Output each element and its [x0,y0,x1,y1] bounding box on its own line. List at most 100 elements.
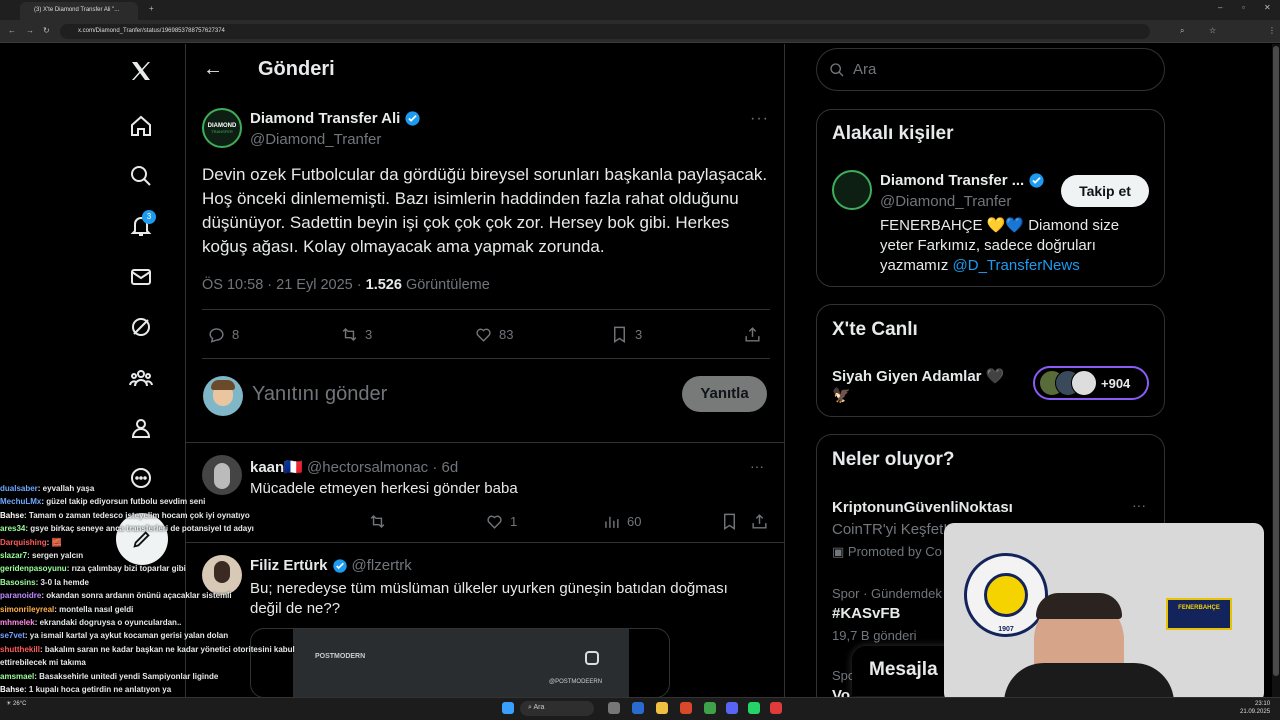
back-icon[interactable]: ← [8,26,16,35]
reply-bookmark-button[interactable] [720,512,739,531]
promo-more-icon[interactable]: ··· [1132,497,1146,513]
discord-icon[interactable] [726,702,738,714]
profile-icon[interactable] [126,413,156,443]
reply-author-handle[interactable]: @hectorsalmonac · 6d [307,459,458,476]
related-avatar[interactable] [832,170,872,210]
promo-text[interactable]: CoinTR'yi Keşfet! [832,521,947,538]
reply-view-count: 60 [627,514,642,529]
repost-button[interactable]: 3 [340,325,372,344]
related-bio: FENERBAHÇE 💛💙 Diamond size yeter Farkımı… [880,216,1150,276]
back-arrow-icon[interactable]: ← [203,58,223,81]
chat-message: paranoidre: okandan sonra ardanın önünü … [0,589,300,602]
reply-share-button[interactable] [750,512,769,531]
chat-message: slazar7: sergen yalcın [0,549,300,562]
chat-message: se7vet: ya ismail kartal ya aykut kocama… [0,629,300,642]
taskbar-clock[interactable]: 23:10 21.09.2025 [1240,700,1270,716]
reply-media[interactable]: POSTMODERN @POSTMODEERN [250,628,670,698]
scrollbar-thumb[interactable] [1273,46,1279,676]
author-name-row[interactable]: Diamond Transfer Ali [250,110,421,127]
url-field[interactable]: x.com/Diamond_Tranfer/status/19698537887… [60,24,1150,39]
reply-submit-button[interactable]: Yanıtla [682,376,767,412]
related-title: Alakalı kişiler [832,123,954,144]
search-input[interactable]: Ara [853,61,876,78]
post-more-icon[interactable]: ··· [750,110,769,128]
follow-button[interactable]: Takip et [1061,175,1149,207]
chrome-icon[interactable] [704,702,716,714]
bookmark-button[interactable]: 3 [610,325,642,344]
reload-icon[interactable]: ↻ [43,26,50,35]
related-bio-link[interactable]: @D_TransferNews [953,257,1080,274]
reply-button[interactable]: 8 [207,325,239,344]
post-text: Devin ozek Futbolcular da gördüğü bireys… [202,165,768,256]
chat-username: paranoidre [0,591,42,601]
repost-count: 3 [365,327,373,342]
trend-count: 19,7 B gönderi [832,628,917,643]
reply-text: Bu; neredeyse tüm müslüman ülkeler uyurk… [250,580,728,617]
minimize-icon[interactable]: – [1218,3,1222,12]
live-listeners-pill[interactable]: +904 [1033,366,1149,400]
home-icon[interactable] [126,111,156,141]
post-meta: ÖS 10:58 · 21 Eyl 2025 · 1.526 Görüntüle… [202,277,490,293]
search-box[interactable]: Ara [816,48,1165,91]
reply-author-handle[interactable]: @flzertrk [352,557,412,574]
maximize-icon[interactable]: ▫ [1242,3,1245,12]
app-icon[interactable] [770,702,782,714]
browser-tab[interactable]: (3) X'te Diamond Transfer Ali "... [20,2,138,20]
reply-views-button[interactable]: 60 [602,512,641,531]
author-avatar[interactable]: DIAMOND TRANSFER [202,108,242,148]
taskbar-search[interactable]: ⌕ Ara [520,701,594,716]
zoom-icon[interactable]: ⌕ [1180,26,1184,36]
url-text: x.com/Diamond_Tranfer/status/19698537887… [78,28,225,34]
webcam-overlay: 1907 FENERBAHÇE [944,523,1264,703]
verified-badge-icon [332,558,347,573]
chat-username: slazar7 [0,551,28,561]
chat-username: Bahse [0,510,25,520]
task-view-icon[interactable] [608,702,620,714]
live-space-name[interactable]: Siyah Giyen Adamlar 🖤🦅 [832,367,1012,405]
author-handle[interactable]: @Diamond_Tranfer [250,131,381,148]
grok-icon[interactable] [126,312,156,342]
reply-more-icon[interactable]: ··· [750,458,764,474]
related-people-card: Alakalı kişiler Diamond Transfer ... @Di… [816,109,1165,287]
share-button[interactable] [743,325,762,344]
trend-hashtag[interactable]: #KASvFB [832,605,900,622]
new-tab-icon[interactable]: + [149,4,154,13]
reply-author-name[interactable]: kaan🇫🇷 [250,459,303,476]
post-timestamp[interactable]: ÖS 10:58 · 21 Eyl 2025 · [202,277,366,293]
chat-text: : montella nasıl geldi [54,604,134,614]
weather-widget[interactable]: ☀ 26°C [6,700,26,707]
related-name-row[interactable]: Diamond Transfer ... [880,172,1045,189]
search-icon[interactable] [126,161,156,191]
browser-menu-icon[interactable]: ⋮ [1268,26,1276,35]
view-count: 1.526 [365,277,402,293]
my-avatar[interactable] [203,376,243,416]
communities-icon[interactable] [126,363,156,393]
reply-like-button[interactable]: 1 [485,512,517,531]
whatsapp-icon[interactable] [748,702,760,714]
chat-text: : sergen yalcın [27,551,84,561]
trend-category: Spor · Gündemdek [832,586,942,601]
fenerbahce-crest: 1907 [964,553,1048,637]
bookmark-star-icon[interactable]: ☆ [1209,26,1216,35]
folder-icon[interactable] [656,702,668,714]
related-handle: @Diamond_Tranfer [880,193,1012,210]
brave-icon[interactable] [680,702,692,714]
chat-message: mhmelek: ekrandaki dogruysa o oyunculard… [0,616,300,629]
stream-chat: dualsaber: eyvallah yaşa MechuLMx: güzel … [0,482,300,697]
close-window-icon[interactable]: ✕ [1264,3,1271,12]
reply-repost-button[interactable] [368,512,387,531]
x-logo-icon[interactable] [126,56,156,86]
page-scrollbar[interactable] [1272,44,1280,697]
messages-icon[interactable] [126,262,156,292]
promo-name[interactable]: KriptonunGüvenliNoktası [832,499,1013,516]
reply-input[interactable]: Yanıtını gönder [252,383,387,406]
chat-text: : Basaksehirle unitedi yendi Sampiyonlar… [34,671,219,681]
explorer-icon[interactable] [632,702,644,714]
chat-text: : 3-0 la hemde [35,577,89,587]
forward-icon[interactable]: → [26,26,34,35]
chat-text: : bakalım saran ne kadar başkan ne kadar… [0,644,295,668]
start-icon[interactable] [502,702,514,714]
like-button[interactable]: 83 [474,325,513,344]
author-name: Diamond Transfer Ali [250,110,401,127]
reply-header: kaan🇫🇷 @hectorsalmonac · 6d [250,458,458,476]
